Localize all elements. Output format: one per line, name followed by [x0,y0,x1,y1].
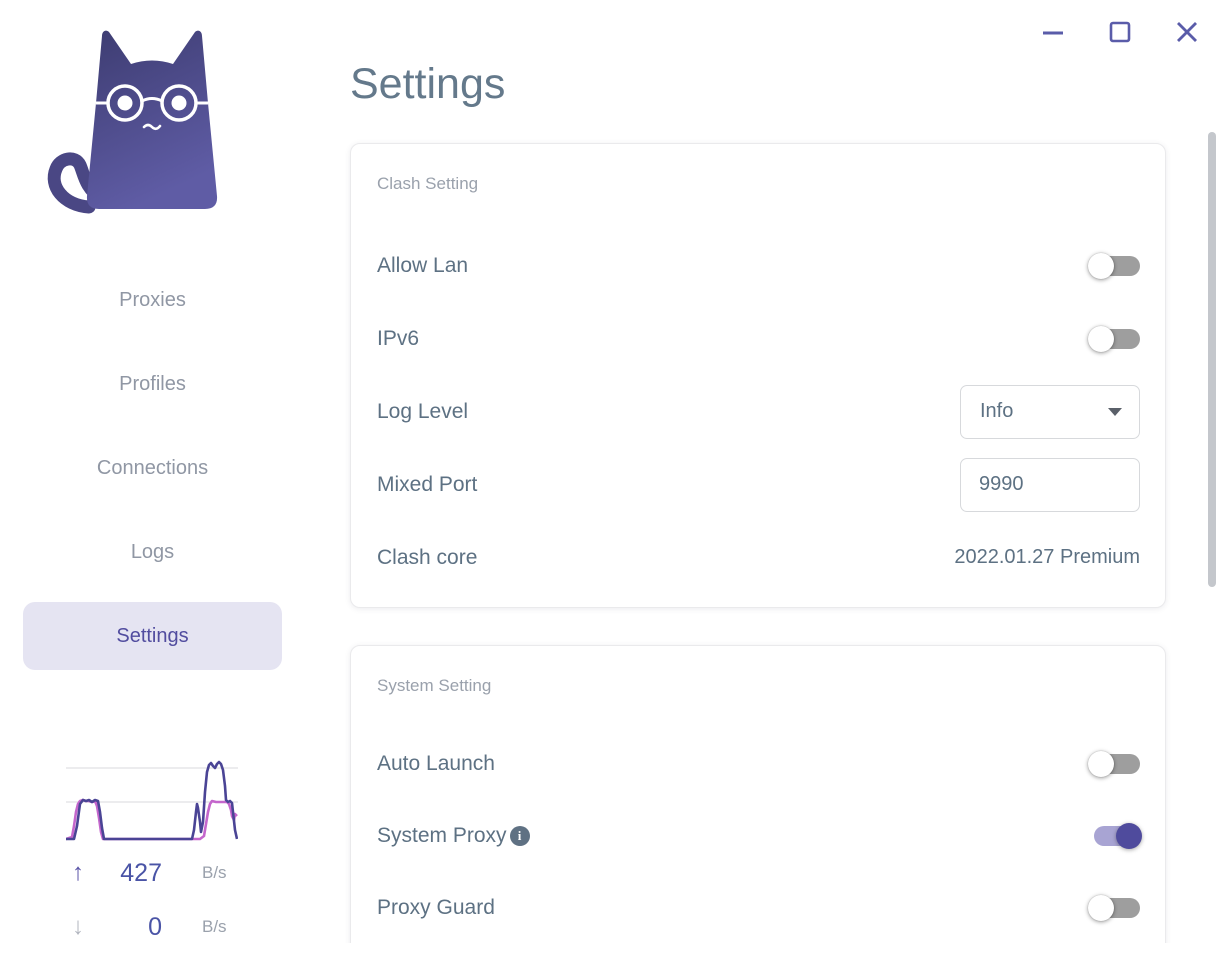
chevron-down-icon [1108,407,1122,416]
system-setting-card: System Setting Auto Launch System Proxy … [350,645,1166,943]
toggle-thumb [1088,325,1114,352]
app-window: Proxies Profiles Connections Logs Settin… [0,0,1222,956]
toggle-thumb [1088,895,1114,921]
allow-lan-toggle[interactable] [1088,252,1140,280]
maximize-icon [1109,21,1131,43]
allow-lan-label: Allow Lan [377,253,469,277]
log-level-label: Log Level [377,399,469,423]
mixed-port-label: Mixed Port [377,472,478,496]
card-section-title: System Setting [377,676,492,695]
system-proxy-row: System Proxy i [377,800,1142,872]
ipv6-label: IPv6 [377,326,420,350]
minimize-icon [1043,31,1063,35]
scrollbar-thumb[interactable] [1208,132,1216,587]
clash-core-row: Clash core 2022.01.27 Premium [377,521,1140,594]
proxy-guard-label: Proxy Guard [377,896,495,919]
page-title: Settings [350,60,506,108]
minimize-button[interactable] [1040,19,1066,45]
close-button[interactable] [1174,19,1200,45]
clash-core-version: 2022.01.27 Premium [954,546,1140,568]
ipv6-row: IPv6 [377,302,1140,375]
auto-launch-label: Auto Launch [377,752,495,775]
close-icon [1177,22,1197,42]
proxy-guard-toggle[interactable] [1088,894,1140,922]
log-level-select[interactable]: Info [960,384,1140,439]
mixed-port-input[interactable] [960,457,1140,512]
auto-launch-row: Auto Launch [377,728,1140,800]
toggle-thumb [1088,751,1114,777]
ipv6-toggle[interactable] [1088,325,1140,353]
proxy-guard-row: Proxy Guard [377,872,1140,943]
auto-launch-toggle[interactable] [1088,750,1140,778]
clash-core-label: Clash core [377,545,478,569]
clash-setting-card: Clash Setting Allow Lan IPv6 Log Level I… [350,143,1166,608]
log-level-selected-value: Info [980,400,1014,422]
info-icon[interactable]: i [509,826,530,846]
settings-scroll-area[interactable]: Settings Clash Setting Allow Lan IPv6 Lo… [0,0,1204,943]
toggle-thumb [1116,823,1142,849]
log-level-row: Log Level Info [377,375,1140,448]
toggle-thumb [1088,252,1114,279]
mixed-port-row: Mixed Port [377,448,1140,521]
titlebar-controls [1040,18,1200,46]
system-proxy-toggle[interactable] [1090,822,1142,850]
system-proxy-label: System Proxy i [377,824,530,848]
system-proxy-label-text: System Proxy [377,824,507,847]
maximize-button[interactable] [1107,19,1133,45]
card-section-title: Clash Setting [377,174,479,193]
allow-lan-row: Allow Lan [377,229,1140,302]
